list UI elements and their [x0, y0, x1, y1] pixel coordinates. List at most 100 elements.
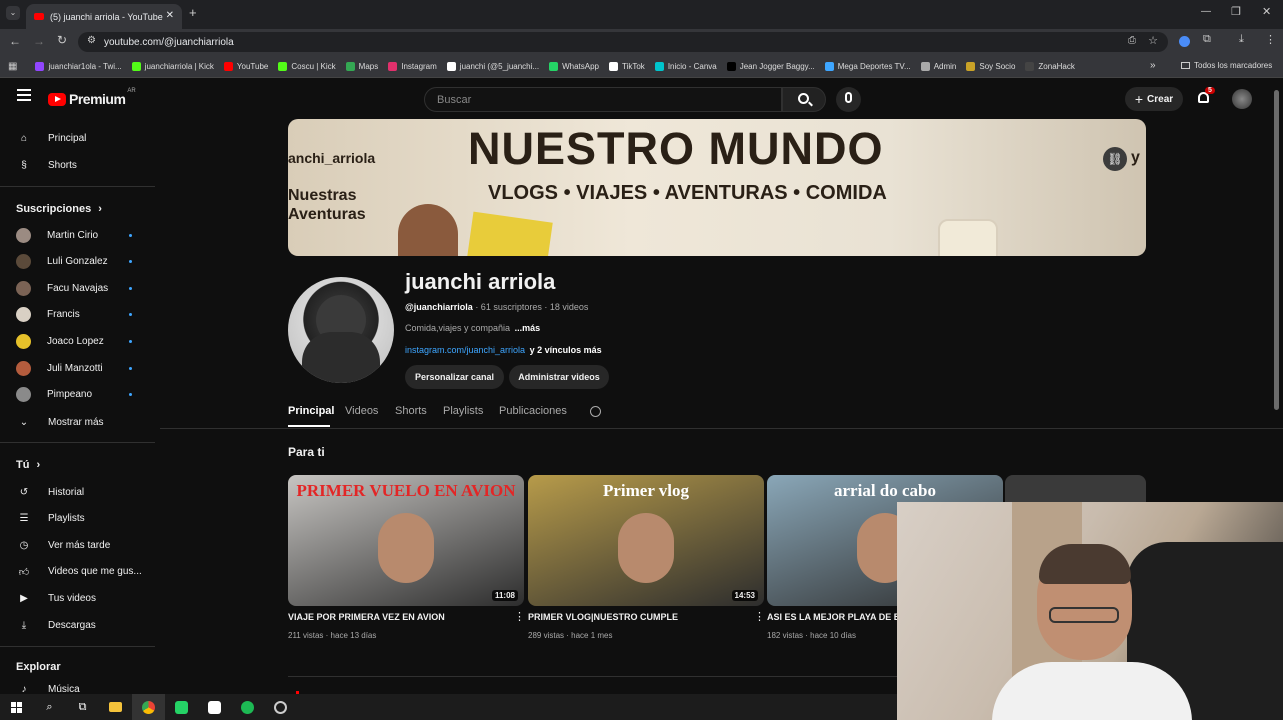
bookmark-item[interactable]: WhatsApp — [549, 61, 599, 71]
sidebar-item-principal[interactable]: ⌂ Principal — [16, 128, 146, 148]
bookmark-item[interactable]: YouTube — [223, 61, 268, 71]
sidebar-item-history[interactable]: ↺ Historial — [16, 482, 146, 502]
you-heading[interactable]: Tú › — [16, 459, 40, 471]
subscriptions-heading[interactable]: Suscripciones › — [16, 203, 102, 215]
file-explorer-icon[interactable] — [99, 694, 132, 720]
instagram-link[interactable]: instagram.com/juanchi_arriola — [405, 345, 525, 355]
install-app-icon[interactable]: ⎙ — [1128, 35, 1136, 46]
spotify-taskbar-icon[interactable] — [231, 694, 264, 720]
tab-shorts[interactable]: Shorts — [395, 405, 427, 417]
bookmark-item[interactable]: ZonaHack — [1025, 61, 1075, 71]
account-avatar[interactable] — [1232, 89, 1252, 109]
tab-playlists[interactable]: Playlists — [443, 405, 483, 417]
video-title[interactable]: PRIMER VLOG|NUESTRO CUMPLE — [528, 612, 678, 622]
sidebar-item-download[interactable]: ⤓ Descargas — [16, 615, 146, 635]
extension-blue-icon[interactable] — [1179, 36, 1190, 47]
subscription-item[interactable]: Joaco Lopez — [16, 331, 146, 351]
bookmark-item[interactable]: Inicio - Canva — [654, 61, 717, 71]
back-icon[interactable]: ← — [9, 34, 21, 48]
sidebar-item-watch-later[interactable]: ◷ Ver más tarde — [16, 535, 146, 555]
next-thumbnail-partial[interactable] — [1005, 475, 1146, 505]
menu-icon[interactable] — [17, 89, 31, 101]
search-button[interactable] — [782, 87, 826, 112]
subscription-item[interactable]: Luli Gonzalez — [16, 252, 146, 272]
video-thumbnail[interactable]: Primer vlog 14:53 — [528, 475, 764, 606]
obs-taskbar-icon[interactable] — [264, 694, 297, 720]
reload-icon[interactable]: ↻ — [57, 33, 67, 47]
notifications-button[interactable]: 5 — [1196, 87, 1215, 106]
more-link[interactable]: ...más — [515, 323, 541, 333]
bookmark-item[interactable]: Soy Socio — [966, 61, 1015, 71]
channel-search-icon[interactable] — [590, 406, 601, 417]
video-title[interactable]: VIAJE POR PRIMERA VEZ EN AVION — [288, 612, 445, 622]
bookmark-star-icon[interactable]: ☆ — [1148, 34, 1158, 47]
chrome-menu-icon[interactable]: ⋮ — [1265, 33, 1276, 46]
channel-links: instagram.com/juanchi_arriola y 2 víncul… — [405, 345, 602, 355]
bookmarks-overflow-icon[interactable]: » — [1150, 60, 1156, 71]
browser-tab[interactable]: (5) juanchi arriola - YouTube ✕ — [26, 4, 182, 29]
search-input[interactable]: Buscar — [424, 87, 782, 112]
create-button[interactable]: + Crear — [1125, 87, 1183, 111]
video-thumbnail[interactable]: PRIMER VUELO EN AVION 11:08 — [288, 475, 524, 606]
more-links[interactable]: y 2 vínculos más — [530, 345, 602, 355]
subscription-item[interactable]: Martin Cirio — [16, 225, 146, 245]
apps-grid-icon[interactable]: ▦ — [8, 61, 17, 72]
tab-videos[interactable]: Videos — [345, 405, 378, 417]
sidebar-item-your-videos[interactable]: ▶ Tus videos — [16, 588, 146, 608]
all-bookmarks[interactable]: Todos los marcadores — [1181, 61, 1272, 70]
close-tab-icon[interactable]: ✕ — [166, 10, 174, 21]
scrollbar[interactable] — [1274, 90, 1279, 410]
minimize-icon[interactable]: — — [1201, 6, 1211, 17]
subscription-item[interactable]: Facu Navajas — [16, 278, 146, 298]
video-menu-icon[interactable]: ⋮ — [514, 610, 525, 623]
restore-icon[interactable]: ❐ — [1231, 5, 1241, 18]
channel-avatar[interactable] — [288, 277, 394, 383]
site-info-icon[interactable]: ⚙ — [87, 35, 96, 46]
section-title: Para ti — [288, 445, 325, 459]
bookmark-item[interactable]: Coscu | Kick — [278, 61, 336, 71]
sidebar-item-shorts[interactable]: § Shorts — [16, 155, 146, 175]
bookmark-item[interactable]: Admin — [920, 61, 956, 71]
bookmark-item[interactable]: Instagram — [388, 61, 437, 71]
show-more-button[interactable]: ⌄ Mostrar más — [16, 412, 146, 432]
chrome-taskbar-icon[interactable] — [132, 694, 165, 720]
subscription-avatar — [16, 307, 31, 323]
sidebar-item-like[interactable]: 👍︎ Videos que me gus... — [16, 562, 146, 582]
bookmark-item[interactable]: Jean Jogger Baggy... — [726, 61, 815, 71]
bookmark-item[interactable]: juanchiar1ola - Twi... — [35, 61, 122, 71]
sidebar-item-playlists[interactable]: ☰ Playlists — [16, 509, 146, 529]
tab-publicaciones[interactable]: Publicaciones — [499, 405, 567, 417]
bookmark-item[interactable]: juanchiarriola | Kick — [131, 61, 214, 71]
bookmark-item[interactable]: juanchi (@5_juanchi... — [446, 61, 539, 71]
bookmark-item[interactable]: Mega Deportes TV... — [824, 61, 911, 71]
taskbar-search-icon[interactable]: ⌕ — [33, 694, 66, 720]
new-tab-icon[interactable]: + — [189, 5, 197, 20]
tab-search-icon[interactable]: ⌄ — [6, 6, 20, 20]
whatsapp-taskbar-icon[interactable] — [165, 694, 198, 720]
task-view-icon[interactable]: ⧉ — [66, 694, 99, 720]
forward-icon[interactable]: → — [33, 34, 45, 48]
subscription-item[interactable]: Francis — [16, 305, 146, 325]
manage-videos-button[interactable]: Administrar videos — [509, 365, 609, 389]
extensions-icon[interactable]: ⧉ — [1203, 33, 1211, 46]
windows-start-icon[interactable] — [0, 694, 33, 720]
bookmark-item[interactable]: TikTok — [608, 61, 645, 71]
bookmark-item[interactable]: Maps — [345, 61, 378, 71]
explore-heading: Explorar — [16, 661, 61, 673]
youtube-logo[interactable]: Premium AR — [48, 88, 136, 107]
close-window-icon[interactable]: ✕ — [1262, 5, 1271, 18]
customize-channel-button[interactable]: Personalizar canal — [405, 365, 504, 389]
link-icon[interactable]: ⛓ — [1103, 147, 1127, 171]
tab-principal[interactable]: Principal — [288, 405, 334, 417]
thumbnail-person — [618, 513, 674, 583]
voice-search-button[interactable] — [836, 87, 861, 112]
channel-description[interactable]: Comida,viajes y compañia ...más — [405, 323, 540, 333]
video-menu-icon[interactable]: ⋮ — [754, 610, 765, 623]
downloads-icon[interactable]: ⤓ — [1239, 33, 1244, 46]
omnibox[interactable]: ⚙ youtube.com/@juanchiarriola ⎙ ☆ — [78, 32, 1168, 52]
subscription-item[interactable]: Pimpeano — [16, 385, 146, 405]
capcut-taskbar-icon[interactable] — [198, 694, 231, 720]
subscription-item[interactable]: Juli Manzotti — [16, 358, 146, 378]
banner-snack — [467, 211, 553, 256]
video-title[interactable]: ASI ES LA MEJOR PLAYA DE BR — [767, 612, 907, 622]
